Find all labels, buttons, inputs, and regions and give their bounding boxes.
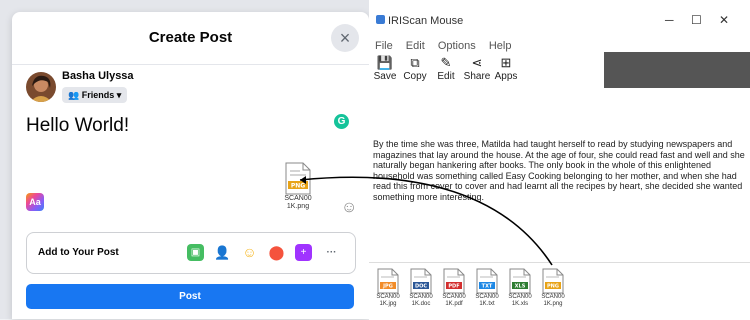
copy-label: Copy: [403, 71, 427, 82]
svg-text:PDF: PDF: [448, 284, 459, 290]
dialog-title: Create Post: [148, 29, 233, 46]
save-icon: 💾: [376, 55, 394, 70]
grammarly-icon[interactable]: G: [334, 114, 349, 129]
post-text-input[interactable]: Hello World!: [26, 115, 129, 137]
svg-text:TXT: TXT: [482, 284, 493, 290]
file-caption-name: SCAN00: [284, 195, 312, 202]
avatar: [26, 72, 56, 102]
menu-options[interactable]: Options: [438, 40, 476, 52]
svg-text:JPG: JPG: [382, 284, 393, 290]
thumb-caption-name: SCAN00: [442, 294, 466, 300]
dialog-header: Create Post ×: [12, 12, 369, 65]
svg-text:PNG: PNG: [547, 284, 559, 290]
share-label: Share: [463, 71, 491, 82]
facebook-window: Create Post × Basha Ulyssa 👥 Friends ▾ H…: [0, 0, 369, 319]
menu-edit[interactable]: Edit: [406, 40, 425, 52]
png-file-icon: PNG: [542, 268, 564, 294]
text-style-icon[interactable]: Aa: [26, 193, 44, 211]
save-label: Save: [373, 71, 397, 82]
file-caption-ext: 1K.png: [286, 203, 310, 210]
export-txt-file[interactable]: TXT SCAN00 1K.txt: [473, 268, 501, 308]
thumb-caption-name: SCAN00: [409, 294, 433, 300]
avatar-photo: [26, 72, 56, 102]
tag-people-icon[interactable]: 👤: [214, 244, 231, 261]
thumb-caption-ext: 1K.jpg: [379, 301, 397, 307]
toolbar-shade: [604, 52, 750, 88]
apps-icon: ⊞: [500, 55, 512, 70]
share-icon: ⋖: [471, 55, 483, 70]
close-button[interactable]: ×: [331, 24, 359, 52]
photo-video-icon[interactable]: ▣: [187, 244, 204, 261]
edit-tool-button[interactable]: ✎ Edit: [434, 55, 458, 82]
save-tool-button[interactable]: 💾 Save: [372, 55, 398, 82]
export-doc-file[interactable]: DOC SCAN00 1K.doc: [407, 268, 435, 308]
edit-label: Edit: [437, 71, 455, 82]
edit-icon: ✎: [440, 55, 452, 70]
feeling-icon[interactable]: ☺: [241, 244, 258, 261]
thumb-caption-ext: 1K.pdf: [445, 301, 463, 307]
check-in-icon[interactable]: ⬤: [268, 244, 285, 261]
friends-icon: 👥: [68, 90, 82, 100]
close-window-button[interactable]: ✕: [719, 13, 729, 27]
copy-tool-button[interactable]: ⧉ Copy: [401, 55, 429, 82]
thumb-caption-ext: 1K.txt: [479, 301, 495, 307]
post-button[interactable]: Post: [26, 284, 354, 309]
gif-icon[interactable]: +: [295, 244, 312, 261]
thumb-caption-ext: 1K.xls: [511, 301, 529, 307]
thumb-caption-name: SCAN00: [508, 294, 532, 300]
thumb-caption-ext: 1K.doc: [411, 301, 431, 307]
xls-file-icon: XLS: [509, 268, 531, 294]
svg-text:XLS: XLS: [515, 284, 526, 290]
png-file-icon: PNG: [285, 162, 311, 195]
maximize-button[interactable]: ☐: [691, 13, 702, 27]
emoji-icon[interactable]: ☺: [341, 199, 357, 217]
export-xls-file[interactable]: XLS SCAN00 1K.xls: [506, 268, 534, 308]
more-options-icon[interactable]: ···: [323, 244, 340, 261]
share-tool-button[interactable]: ⋖ Share: [462, 55, 492, 82]
iriscan-window: IRIScan Mouse ─ ☐ ✕ File Edit Options He…: [369, 0, 750, 320]
thumb-caption-name: SCAN00: [475, 294, 499, 300]
menu-file[interactable]: File: [375, 40, 393, 52]
audience-selector[interactable]: 👥 Friends ▾: [62, 87, 128, 103]
pdf-file-icon: PDF: [443, 268, 465, 294]
minimize-button[interactable]: ─: [665, 13, 674, 27]
export-pdf-file[interactable]: PDF SCAN00 1K.pdf: [440, 268, 468, 308]
export-jpg-file[interactable]: JPG SCAN00 1K.jpg: [374, 268, 402, 308]
thumb-caption-ext: 1K.png: [543, 301, 563, 307]
add-to-post-label: Add to Your Post: [38, 247, 119, 258]
attached-png-file[interactable]: PNG SCAN00 1K.png: [280, 162, 316, 211]
menu-help[interactable]: Help: [489, 40, 512, 52]
apps-label: Apps: [494, 71, 518, 82]
window-title: IRIScan Mouse: [376, 15, 463, 27]
add-to-post-box: Add to Your Post ▣ 👤 ☺ ⬤ + ···: [26, 232, 356, 274]
svg-text:DOC: DOC: [415, 284, 427, 290]
copy-icon: ⧉: [410, 55, 420, 70]
user-name: Basha Ulyssa: [62, 70, 134, 82]
thumb-caption-name: SCAN00: [376, 294, 400, 300]
doc-file-icon: DOC: [410, 268, 432, 294]
txt-file-icon: TXT: [476, 268, 498, 294]
create-post-dialog: Create Post × Basha Ulyssa 👥 Friends ▾ H…: [12, 12, 369, 319]
audience-label: Friends ▾: [81, 90, 122, 100]
document-text[interactable]: By the time she was three, Matilda had t…: [373, 139, 750, 203]
app-icon: [376, 15, 385, 24]
window-title-text: IRIScan Mouse: [388, 15, 464, 27]
menu-bar: File Edit Options Help: [375, 40, 521, 52]
svg-text:PNG: PNG: [291, 183, 305, 190]
thumb-caption-name: SCAN00: [541, 294, 565, 300]
apps-tool-button[interactable]: ⊞ Apps: [492, 55, 520, 82]
export-png-file[interactable]: PNG SCAN00 1K.png: [539, 268, 567, 308]
jpg-file-icon: JPG: [377, 268, 399, 294]
